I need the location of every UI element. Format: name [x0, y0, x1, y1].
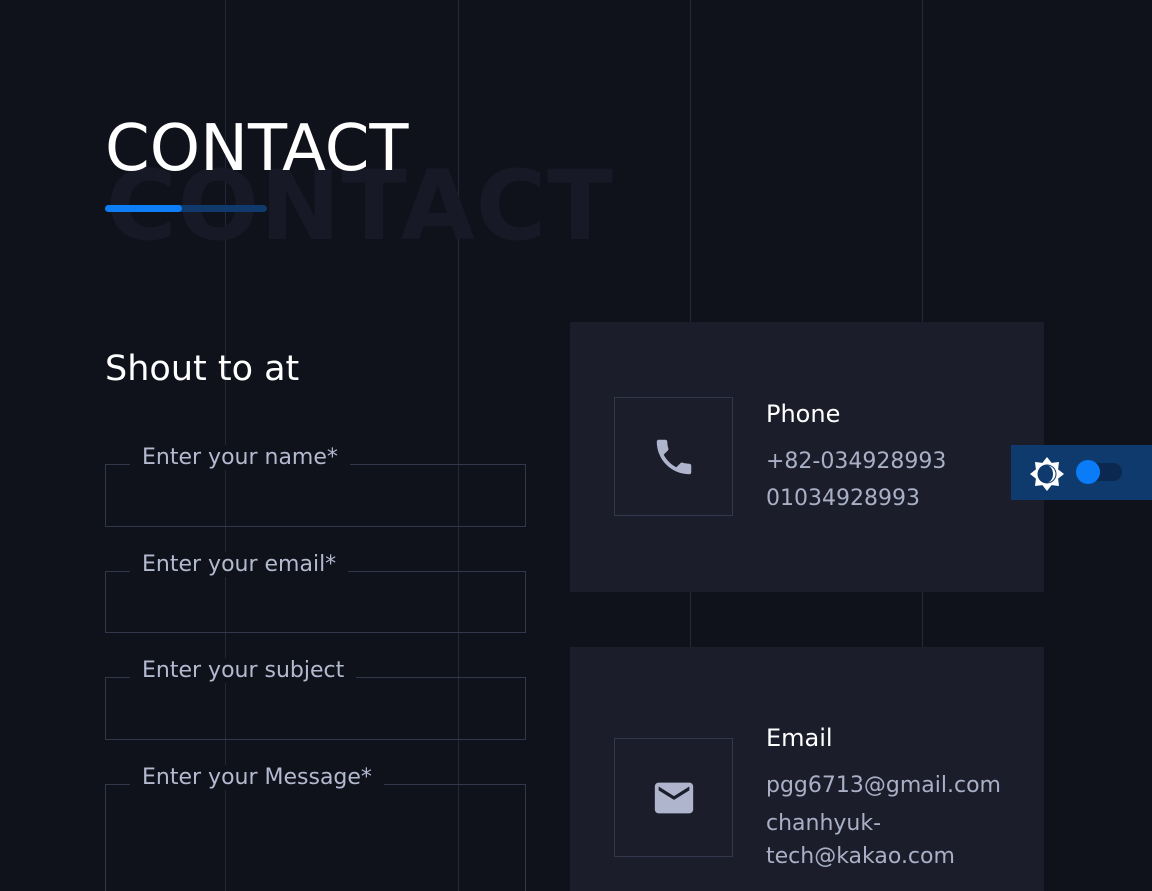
phone-icon-box — [614, 397, 733, 516]
email-field[interactable]: Enter your email* — [105, 552, 526, 633]
email-card-title: Email — [766, 724, 833, 752]
message-field[interactable]: Enter your Message* — [105, 765, 526, 891]
form-heading: Shout to at — [105, 349, 300, 389]
phone-number[interactable]: +82-034928993 — [766, 449, 946, 474]
subject-field[interactable]: Enter your subject — [105, 658, 526, 740]
grid-line — [458, 0, 459, 891]
name-field-label: Enter your name* — [130, 445, 350, 470]
contact-section: CONTACT CONTACT Shout to at Enter your n… — [0, 0, 1152, 891]
email-address[interactable]: chanhyuk- — [766, 811, 881, 836]
theme-toggle-knob[interactable] — [1076, 460, 1100, 484]
email-address[interactable]: pgg6713@gmail.com — [766, 773, 1001, 798]
phone-card: Phone +82-034928993 01034928993 — [570, 322, 1044, 592]
title-underline-accent — [105, 205, 182, 212]
envelope-icon — [654, 782, 694, 814]
phone-icon — [656, 439, 692, 475]
section-title: CONTACT — [105, 112, 409, 186]
email-card: Email pgg6713@gmail.com chanhyuk- tech@k… — [570, 647, 1044, 891]
email-icon-box — [614, 738, 733, 857]
theme-toggle-panel[interactable] — [1011, 445, 1152, 500]
phone-card-title: Phone — [766, 400, 841, 428]
message-field-label: Enter your Message* — [130, 765, 384, 790]
email-address[interactable]: tech@kakao.com — [766, 844, 955, 869]
brightness-icon[interactable] — [1029, 456, 1065, 492]
title-underline — [105, 205, 267, 212]
name-field[interactable]: Enter your name* — [105, 445, 526, 527]
subject-field-label: Enter your subject — [130, 658, 357, 683]
email-field-label: Enter your email* — [130, 552, 349, 577]
theme-toggle-switch[interactable] — [1076, 460, 1122, 484]
phone-number[interactable]: 01034928993 — [766, 486, 920, 511]
